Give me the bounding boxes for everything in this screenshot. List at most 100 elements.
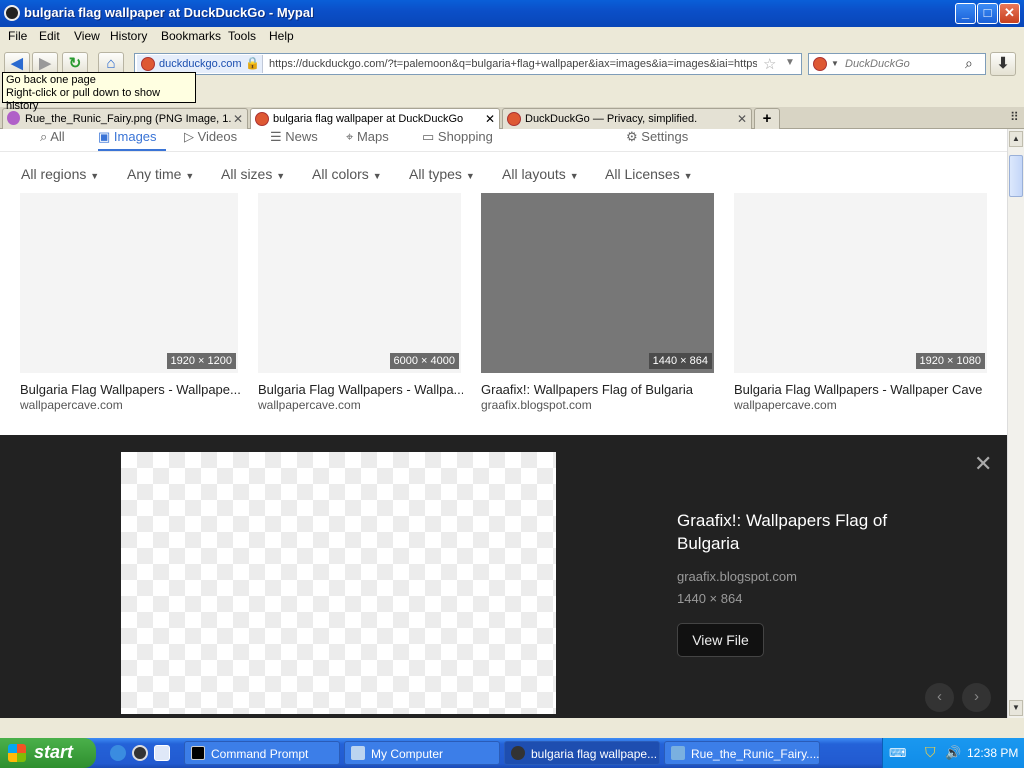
detail-title[interactable]: Graafix!: Wallpapers Flag of Bulgaria <box>677 509 927 555</box>
filter-type[interactable]: All types ▼ <box>409 166 475 182</box>
maximize-button[interactable]: □ <box>977 3 998 24</box>
tab-close-icon[interactable]: ✕ <box>233 112 243 126</box>
nav-settings[interactable]: ⚙ Settings <box>626 129 688 145</box>
url-text[interactable]: https://duckduckgo.com/?t=palemoon&q=bul… <box>269 58 757 70</box>
menu-file[interactable]: File <box>8 29 27 43</box>
clock[interactable]: 12:38 PM <box>967 746 1018 760</box>
internet-explorer-icon[interactable] <box>110 745 126 761</box>
next-image-button[interactable]: › <box>962 683 991 712</box>
menu-edit[interactable]: Edit <box>39 29 60 43</box>
mixed-content-lock-icon[interactable]: 🔒 <box>245 56 260 70</box>
scroll-up-icon[interactable]: ▲ <box>1009 131 1023 147</box>
result-thumbnail[interactable]: 1920 × 1200 <box>20 193 238 373</box>
downloads-button[interactable]: ⬇ <box>990 52 1016 76</box>
mypal-quicklaunch-icon[interactable] <box>132 745 148 761</box>
previous-image-button[interactable]: ‹ <box>925 683 954 712</box>
filter-label: All sizes <box>221 166 273 182</box>
filter-color[interactable]: All colors ▼ <box>312 166 382 182</box>
task-rue-image[interactable]: Rue_the_Runic_Fairy.... <box>664 741 820 765</box>
scrollbar-thumb[interactable] <box>1009 155 1023 197</box>
image-dimensions-badge: 6000 × 4000 <box>389 353 459 369</box>
result-title[interactable]: Bulgaria Flag Wallpapers - Wallpa... <box>258 382 463 397</box>
site-identity-button[interactable]: duckduckgo.com 🔒 <box>137 55 263 73</box>
tab-list-icon[interactable]: ⠿ <box>1010 110 1019 124</box>
result-thumbnail[interactable]: 1920 × 1080 <box>734 193 987 373</box>
result-source[interactable]: wallpapercave.com <box>734 398 837 412</box>
engine-dropdown-icon[interactable]: ▼ <box>831 59 839 68</box>
tab-label: bulgaria flag wallpaper at DuckDuckGo <box>273 113 464 125</box>
scroll-down-icon[interactable]: ▼ <box>1009 700 1023 716</box>
menu-tools[interactable]: Tools <box>228 29 256 43</box>
image-dimensions-badge: 1920 × 1080 <box>915 353 985 369</box>
result-thumbnail[interactable]: 6000 × 4000 <box>258 193 461 373</box>
duckduckgo-favicon-icon <box>255 112 269 126</box>
task-my-computer[interactable]: My Computer <box>344 741 500 765</box>
search-icon[interactable]: ⌕ <box>965 55 973 72</box>
menu-view[interactable]: View <box>74 29 100 43</box>
task-command-prompt[interactable]: Command Prompt <box>184 741 340 765</box>
new-tab-button[interactable]: + <box>754 108 780 129</box>
taskbar: start Command Prompt My Computer bulgari… <box>0 738 1024 768</box>
result-source[interactable]: wallpapercave.com <box>20 398 123 412</box>
nav-images[interactable]: ▣ Images <box>98 129 157 145</box>
result-title[interactable]: Graafix!: Wallpapers Flag of Bulgaria <box>481 382 716 397</box>
task-mypal-browser[interactable]: bulgaria flag wallpape... <box>504 741 660 765</box>
mypal-app-icon[interactable] <box>4 5 20 21</box>
close-window-button[interactable]: ✕ <box>999 3 1020 24</box>
close-detail-icon[interactable]: ✕ <box>974 451 992 477</box>
nav-maps[interactable]: ⌖ Maps <box>346 129 389 145</box>
tab-duckduckgo-home[interactable]: DuckDuckGo — Privacy, simplified. ✕ <box>502 108 752 129</box>
nav-all[interactable]: ⌕ All <box>40 129 65 145</box>
filter-time[interactable]: Any time ▼ <box>127 166 194 182</box>
keyboard-icon[interactable]: ⌨ <box>889 746 906 760</box>
filter-license[interactable]: All Licenses ▼ <box>605 166 693 182</box>
system-tray: ⌨ ⛉ 🔊 12:38 PM <box>882 738 1024 768</box>
caret-down-icon: ▼ <box>683 171 693 181</box>
security-shield-icon[interactable]: ⛉ <box>925 744 936 761</box>
result-thumbnail-selected[interactable]: 1440 × 864 <box>481 193 714 373</box>
volume-icon[interactable]: 🔊 <box>945 745 961 761</box>
url-dropdown-icon[interactable]: ▼ <box>785 57 795 68</box>
image-favicon-icon <box>7 111 20 125</box>
my-computer-icon <box>351 746 365 760</box>
show-desktop-icon[interactable] <box>154 745 170 761</box>
menu-help[interactable]: Help <box>269 29 294 43</box>
filter-label: All types <box>409 166 462 182</box>
caret-down-icon: ▼ <box>569 171 579 181</box>
nav-settings-label: Settings <box>641 129 689 144</box>
url-bar[interactable]: duckduckgo.com 🔒 https://duckduckgo.com/… <box>134 53 802 75</box>
bookmark-star-icon[interactable]: ☆ <box>763 55 776 73</box>
result-source[interactable]: wallpapercave.com <box>258 398 361 412</box>
caret-down-icon: ▼ <box>465 171 475 181</box>
result-title[interactable]: Bulgaria Flag Wallpapers - Wallpaper Cav… <box>734 382 989 397</box>
view-file-button[interactable]: View File <box>677 623 764 657</box>
task-label: My Computer <box>371 747 444 761</box>
image-dimensions-badge: 1440 × 864 <box>648 353 712 369</box>
tab-close-icon[interactable]: ✕ <box>485 112 495 126</box>
tab-bulgaria-flag[interactable]: bulgaria flag wallpaper at DuckDuckGo ✕ <box>250 108 500 129</box>
search-box[interactable]: ▼ DuckDuckGo ⌕ <box>808 53 986 75</box>
page-content: ⌕ All ▣ Images ▷ Videos ☰ News ⌖ Maps ▭ … <box>0 129 1007 718</box>
tab-close-icon[interactable]: ✕ <box>737 112 747 126</box>
image-detail-panel: Graafix!: Wallpapers Flag of Bulgaria gr… <box>0 435 1007 718</box>
nav-news[interactable]: ☰ News <box>270 129 318 145</box>
filter-region[interactable]: All regions ▼ <box>21 166 99 182</box>
minimize-button[interactable]: _ <box>955 3 976 24</box>
start-button[interactable]: start <box>0 738 96 768</box>
filter-layout[interactable]: All layouts ▼ <box>502 166 579 182</box>
detail-source[interactable]: graafix.blogspot.com <box>677 569 797 584</box>
vertical-scrollbar[interactable]: ▲ ▼ <box>1007 129 1024 718</box>
image-preview[interactable] <box>121 452 556 714</box>
nav-videos[interactable]: ▷ Videos <box>184 129 237 145</box>
filter-label: All Licenses <box>605 166 680 182</box>
caret-down-icon: ▼ <box>372 171 382 181</box>
filter-size[interactable]: All sizes ▼ <box>221 166 285 182</box>
result-title[interactable]: Bulgaria Flag Wallpapers - Wallpape... <box>20 382 240 397</box>
menu-history[interactable]: History <box>110 29 147 43</box>
caret-down-icon: ▼ <box>185 171 195 181</box>
menu-bookmarks[interactable]: Bookmarks <box>161 29 221 43</box>
search-engine-icon[interactable] <box>813 57 827 71</box>
result-source[interactable]: graafix.blogspot.com <box>481 398 592 412</box>
nav-shopping[interactable]: ▭ Shopping <box>422 129 493 145</box>
task-label: Command Prompt <box>211 747 309 761</box>
